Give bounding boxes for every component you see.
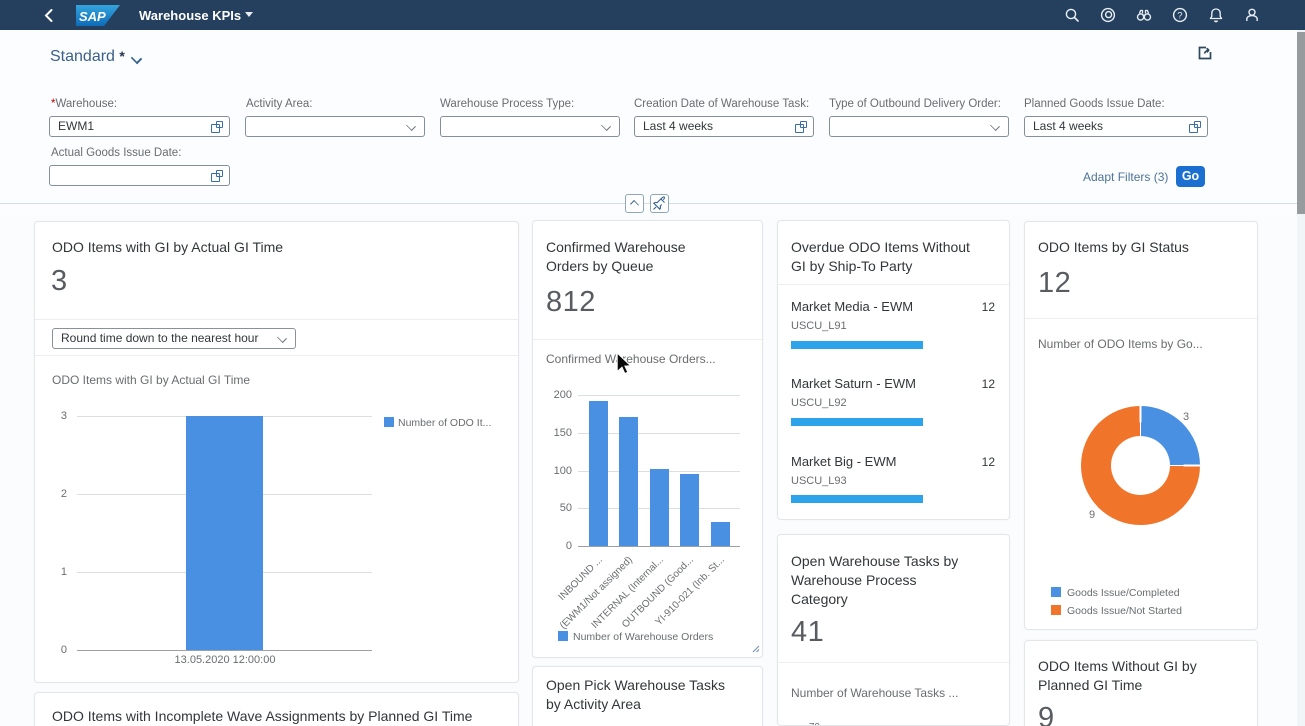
svg-text:SAP: SAP	[79, 9, 106, 24]
svg-text:?: ?	[1177, 10, 1182, 21]
